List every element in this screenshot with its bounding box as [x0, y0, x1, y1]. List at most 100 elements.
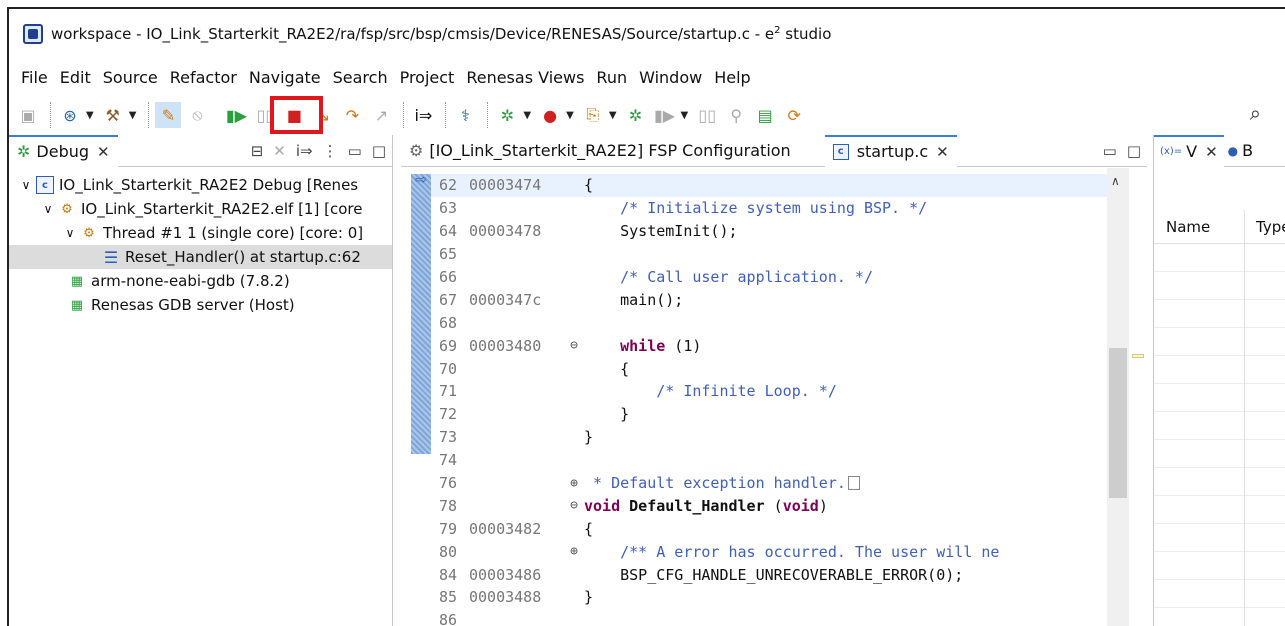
- fold-collapse-icon[interactable]: ⊖: [564, 498, 584, 513]
- instruction-stepping-icon[interactable]: i⇒: [296, 142, 313, 160]
- code-line[interactable]: 73}: [431, 426, 1107, 449]
- tab-startup-c[interactable]: c startup.c ✕: [824, 134, 957, 167]
- tab-fsp-configuration[interactable]: ⚙ [IO_Link_Starterkit_RA2E2] FSP Configu…: [401, 135, 799, 167]
- tab-debug[interactable]: ✲ Debug ✕: [9, 134, 118, 167]
- tree-item-thread[interactable]: ∨ ⚙ Thread #1 1 (single core) [core: 0]: [9, 221, 392, 245]
- menu-help[interactable]: Help: [708, 68, 756, 87]
- code-line[interactable]: 62 00003474{: [431, 174, 1107, 197]
- code-line[interactable]: 63 /* Initialize system using BSP. */: [431, 197, 1107, 220]
- menu-project[interactable]: Project: [394, 68, 461, 87]
- column-header-type[interactable]: Type: [1244, 218, 1285, 236]
- code-line[interactable]: 74: [431, 449, 1107, 472]
- close-icon[interactable]: ✕: [936, 143, 949, 161]
- editor-area: ⚙ [IO_Link_Starterkit_RA2E2] FSP Configu…: [401, 134, 1147, 626]
- code-line[interactable]: 80 ⊕ /** A error has occurred. The user w…: [431, 540, 1107, 563]
- tree-icon[interactable]: ⚲: [723, 102, 749, 128]
- debug-icon[interactable]: ✲: [494, 102, 520, 128]
- code-line[interactable]: 70 {: [431, 357, 1107, 380]
- code-editor[interactable]: ⇨ 62 00003474{ 63 /* Initialize system us…: [401, 168, 1147, 626]
- menu-edit[interactable]: Edit: [54, 68, 97, 87]
- menu-file[interactable]: File: [15, 68, 54, 87]
- debug-config-icon[interactable]: ⊛: [57, 102, 83, 128]
- code-line[interactable]: 71 /* Infinite Loop. */: [431, 380, 1107, 403]
- minimize-icon[interactable]: ▭: [348, 142, 362, 160]
- close-icon[interactable]: ✕: [97, 143, 110, 161]
- scrollbar-thumb[interactable]: [1109, 348, 1127, 498]
- run-dropdown-icon[interactable]: ▼: [566, 110, 574, 121]
- folded-content-icon[interactable]: [847, 476, 860, 491]
- menu-renesas-views[interactable]: Renesas Views: [460, 68, 590, 87]
- chevron-up-icon[interactable]: ∧: [1111, 174, 1120, 188]
- external-tools-icon[interactable]: ⎘: [580, 102, 606, 128]
- menu-window[interactable]: Window: [633, 68, 708, 87]
- code-line[interactable]: 68: [431, 311, 1107, 334]
- editor-tabbar: ⚙ [IO_Link_Starterkit_RA2E2] FSP Configu…: [401, 134, 1147, 167]
- menu-navigate[interactable]: Navigate: [243, 68, 327, 87]
- refresh-icon[interactable]: ⟳: [781, 102, 807, 128]
- tree-item-gdb[interactable]: ▦ arm-none-eabi-gdb (7.8.2): [9, 269, 392, 293]
- minimize-icon[interactable]: ▭: [1103, 142, 1117, 160]
- tree-item-stack-frame[interactable]: ☰ Reset_Handler() at startup.c:62: [9, 245, 392, 269]
- title-bar: workspace - IO_Link_Starterkit_RA2E2/ra/…: [9, 9, 1285, 59]
- overview-ruler[interactable]: [1129, 168, 1147, 626]
- menu-refactor[interactable]: Refactor: [164, 68, 243, 87]
- menu-search[interactable]: Search: [327, 68, 394, 87]
- step-forward-dropdown-icon[interactable]: ▼: [681, 110, 689, 121]
- view-menu-icon[interactable]: ⋮: [323, 142, 338, 160]
- remove-terminated-icon[interactable]: ✕: [273, 142, 286, 160]
- bug-icon[interactable]: ✲: [623, 102, 649, 128]
- code-line[interactable]: 84 00003486 BSP_CFG_HANDLE_UNRECOVERABLE_…: [431, 563, 1107, 586]
- code-line[interactable]: 72 }: [431, 403, 1107, 426]
- save-icon[interactable]: ▣: [15, 102, 41, 128]
- column-header-name[interactable]: Name: [1154, 218, 1244, 236]
- code-line[interactable]: 76 ⊕ * Default exception handler.: [431, 472, 1107, 495]
- maximize-icon[interactable]: □: [1127, 142, 1141, 160]
- resume-icon[interactable]: ▮▶: [223, 102, 249, 128]
- build-dropdown-icon[interactable]: ▼: [129, 110, 137, 121]
- memory-icon[interactable]: ▤: [752, 102, 778, 128]
- maximize-icon[interactable]: □: [372, 142, 386, 160]
- code-line[interactable]: 78 ⊖ void Default_Handler (void): [431, 494, 1107, 517]
- build-hammer-icon[interactable]: ⚒: [100, 102, 126, 128]
- vertical-scrollbar[interactable]: ∧: [1107, 168, 1129, 626]
- code-line[interactable]: 67 0000347c main();: [431, 288, 1107, 311]
- step-forward-icon[interactable]: ▮▶: [652, 102, 678, 128]
- toolbar-separator: [487, 102, 489, 128]
- debug-dropdown-icon[interactable]: ▼: [523, 110, 531, 121]
- close-icon[interactable]: ✕: [1205, 143, 1218, 161]
- ruler-marker[interactable]: [1132, 354, 1144, 358]
- chevron-down-icon[interactable]: ∨: [19, 178, 33, 192]
- step-return-icon[interactable]: ↗: [368, 102, 394, 128]
- edit-pen-icon[interactable]: ✎: [155, 102, 182, 128]
- tab-breakpoints[interactable]: ● B: [1224, 135, 1257, 167]
- tree-item-gdb-server[interactable]: ▦ Renesas GDB server (Host): [9, 293, 392, 317]
- tab-variables[interactable]: (x)= V ✕: [1154, 134, 1224, 167]
- step-over-icon[interactable]: ↷: [339, 102, 365, 128]
- skip-breakpoints-icon[interactable]: ⦸: [184, 102, 210, 128]
- fold-collapse-icon[interactable]: ⊖: [564, 338, 584, 353]
- chevron-down-icon[interactable]: ∨: [63, 226, 77, 240]
- code-line[interactable]: 79 00003482{: [431, 517, 1107, 540]
- code-line[interactable]: 66 /* Call user application. */: [431, 266, 1107, 289]
- fold-expand-icon[interactable]: ⊕: [564, 476, 584, 491]
- instruction-stepping-icon[interactable]: i⇒: [410, 102, 436, 128]
- code-line[interactable]: 86: [431, 609, 1107, 626]
- code-line[interactable]: 69 00003480 ⊖ while (1): [431, 334, 1107, 357]
- menu-source[interactable]: Source: [97, 68, 164, 87]
- tree-item-launch[interactable]: ∨ c IO_Link_Starterkit_RA2E2 Debug [Rene…: [9, 173, 392, 197]
- run-icon[interactable]: ●: [537, 102, 563, 128]
- table-row: [1154, 580, 1285, 608]
- columns-icon[interactable]: ▯▯: [694, 102, 720, 128]
- chevron-down-icon[interactable]: ∨: [41, 202, 55, 216]
- fold-expand-icon[interactable]: ⊕: [564, 544, 584, 559]
- debug-config-dropdown-icon[interactable]: ▼: [86, 110, 94, 121]
- code-line[interactable]: 65: [431, 243, 1107, 266]
- external-tools-dropdown-icon[interactable]: ▼: [609, 110, 617, 121]
- search-icon[interactable]: ⌕: [1250, 101, 1261, 125]
- reset-icon[interactable]: ⚕: [452, 102, 478, 128]
- collapse-all-icon[interactable]: ⊟: [251, 142, 264, 160]
- tree-item-elf[interactable]: ∨ ⚙ IO_Link_Starterkit_RA2E2.elf [1] [co…: [9, 197, 392, 221]
- code-line[interactable]: 85 00003488}: [431, 586, 1107, 609]
- menu-run[interactable]: Run: [590, 68, 633, 87]
- code-line[interactable]: 64 00003478 SystemInit();: [431, 220, 1107, 243]
